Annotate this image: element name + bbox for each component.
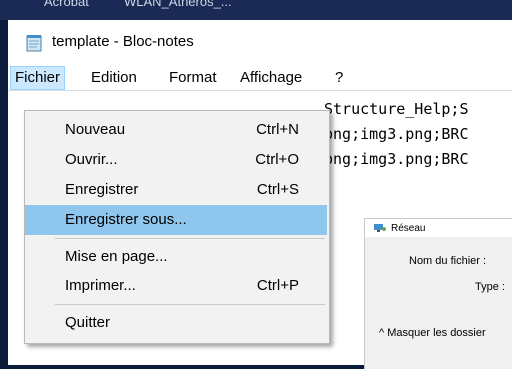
taskbar-strip: Acrobat WLAN_Atheros_... [0,0,512,20]
menu-item-ouvrir[interactable]: Ouvrir... Ctrl+O [25,145,327,175]
network-label[interactable]: Réseau [391,223,425,234]
menu-bar: Fichier Edition Format Affichage ? [8,66,512,90]
menu-item-enregistrer[interactable]: Enregistrer Ctrl+S [25,175,327,205]
menu-item-label: Quitter [65,314,111,331]
network-icon [374,224,386,232]
menu-item-label: Enregistrer sous... [65,211,187,228]
toggle-label: Masquer les dossier [387,327,486,339]
menu-item-enregistrer-sous[interactable]: Enregistrer sous... [25,205,327,235]
save-as-dialog: Réseau Nom du fichier : Type : ^ Masquer… [364,218,512,369]
menu-item-shortcut: Ctrl+O [255,151,299,168]
chevron-up-icon: ^ [379,327,388,339]
menu-item-shortcut: Ctrl+S [256,181,299,198]
menu-edition[interactable]: Edition [87,66,141,90]
editor-line: png;img3.png;BRC [324,150,469,168]
menu-item-label: Nouveau [65,121,126,138]
menu-item-shortcut: Ctrl+N [256,121,299,138]
menu-item-shortcut: Ctrl+P [256,277,299,294]
filename-label: Nom du fichier : [409,255,487,267]
menu-affichage[interactable]: Affichage [236,66,306,90]
taskbar-item-wlan[interactable]: WLAN_Atheros_... [124,0,232,9]
menu-item-label: Enregistrer [65,181,139,198]
menu-separator [55,304,325,305]
editor-line: Structure_Help;S [324,100,469,118]
menu-format[interactable]: Format [165,66,221,90]
menu-item-mise-en-page[interactable]: Mise en page... [25,242,327,272]
type-label: Type : [475,281,505,293]
editor-line: png;img3.png;BRC [324,125,469,143]
fichier-dropdown-menu: Nouveau Ctrl+N Ouvrir... Ctrl+O Enregist… [24,110,330,344]
hide-folders-toggle[interactable]: ^ Masquer les dossier [379,327,486,339]
menu-item-label: Mise en page... [65,248,168,265]
menu-separator [55,238,325,239]
taskbar-item-acrobat[interactable]: Acrobat [44,0,89,9]
menu-item-imprimer[interactable]: Imprimer... Ctrl+P [25,271,327,301]
menu-item-label: Imprimer... [65,277,136,294]
notepad-icon [26,35,42,52]
menu-item-label: Ouvrir... [65,151,118,168]
dialog-nav-pane: Réseau [365,219,512,237]
menu-item-nouveau[interactable]: Nouveau Ctrl+N [25,115,327,145]
notepad-window: template - Bloc-notes Fichier Edition Fo… [8,20,512,369]
menu-fichier[interactable]: Fichier [10,66,66,90]
title-bar: template - Bloc-notes [8,20,512,64]
menu-item-quitter[interactable]: Quitter [25,308,327,338]
window-title: template - Bloc-notes [52,33,194,50]
menu-help[interactable]: ? [331,66,347,90]
